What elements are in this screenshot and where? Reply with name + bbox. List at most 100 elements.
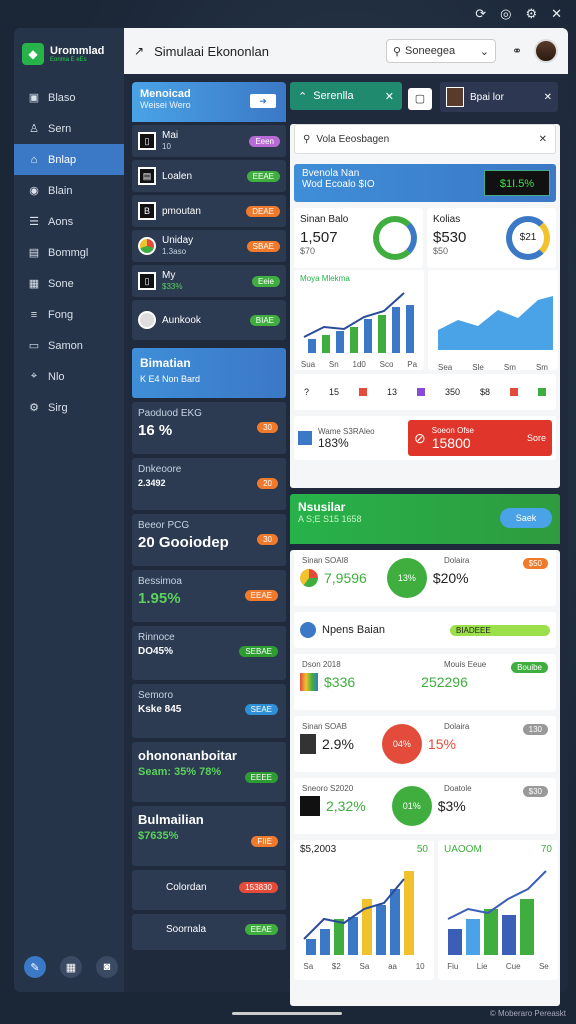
tick-label: Sm xyxy=(503,363,516,372)
search-input[interactable]: ⚲ Vola Eeosbagen ✕ xyxy=(294,124,556,154)
forward-button[interactable]: ➜ xyxy=(250,94,276,108)
message-icon[interactable]: ▢ xyxy=(408,88,432,110)
action-button[interactable]: ⊘ Soeon Ofse 15800 Sore xyxy=(408,420,552,456)
home-icon: ⌂ xyxy=(30,153,38,166)
stat-card[interactable]: Paoduod EKG 16 % 30 xyxy=(132,402,286,454)
bar-line-chart: $5,2003 50 Sa $2 Sa aa 10 xyxy=(294,840,434,980)
item-pill: Eeen xyxy=(249,135,280,147)
row-value: 2.9% xyxy=(322,736,354,752)
apps-icon[interactable]: ▦ xyxy=(60,956,82,978)
percent-bubble: 04% xyxy=(381,724,422,764)
item-title: My xyxy=(162,270,176,281)
sidebar-item-sone[interactable]: ▦ Sone xyxy=(14,268,124,299)
avatar[interactable] xyxy=(534,39,558,63)
stat-card[interactable]: Beeor PCG 20 Gooiodep 30 xyxy=(132,514,286,566)
sidebar-item-samon[interactable]: ▭ Samon xyxy=(14,330,124,361)
stat-card[interactable]: Soornala EEAE xyxy=(132,914,286,950)
sidebar-item-blain[interactable]: ◉ Blain xyxy=(14,175,124,206)
close-icon[interactable]: ✕ xyxy=(551,6,562,22)
tick-label: Sle xyxy=(472,363,484,372)
sidebar-item-bommgl[interactable]: ▤ Bommgl xyxy=(14,237,124,268)
sidebar-item-sirg[interactable]: ⚙ Sirg xyxy=(14,392,124,423)
sidebar-item-label: Sern xyxy=(48,122,72,135)
tick-label: 1d0 xyxy=(352,360,366,369)
profile-icon[interactable]: ◙ xyxy=(96,956,118,978)
list-item[interactable]: Bpmoutan DEAE xyxy=(132,195,286,227)
sidebar-item-label: Aons xyxy=(48,215,74,228)
chevron-down-icon: ⌄ xyxy=(479,45,489,58)
stat-card[interactable]: Semoro Kske 845 SEAE xyxy=(132,684,286,738)
sidebar-item-bnlap[interactable]: ⌂ Bnlap xyxy=(14,144,124,175)
overview-panel: ⚲ Vola Eeosbagen ✕ Bvenola Nan Wod Ecoalo … xyxy=(290,124,560,488)
metric-row[interactable]: Sneoro S2020 2,32% 01% Doatole $3% $30 xyxy=(294,778,556,834)
sidebar-item-fong[interactable]: ≡ Fong xyxy=(14,299,124,330)
refresh-icon[interactable]: ⟳ xyxy=(475,6,486,22)
user-chip[interactable]: Bpai lor ✕ xyxy=(440,82,558,112)
balance-banner[interactable]: Bvenola Nan Wod Ecoalo $IO $1I.5% xyxy=(294,164,556,202)
stat-card[interactable]: Kolias $530 $50 $21 xyxy=(427,208,556,268)
sidebar-item-nlo[interactable]: ⌖ Nlo xyxy=(14,361,124,392)
stat-card[interactable]: Sinan Balo 1,507 $70 xyxy=(294,208,423,268)
metric-row[interactable]: Sinan SOAI8 7,9596 13% Dolaira $20% $50 xyxy=(294,550,556,606)
row-label2: Dolaira xyxy=(444,722,470,731)
sidebar-item-sern[interactable]: ♙ Sern xyxy=(14,113,124,144)
network-icon[interactable]: ⚭ xyxy=(512,44,522,58)
edit-icon[interactable]: ✎ xyxy=(24,956,46,978)
main-panel: ↗ Simulaai Ekononlan ⚲ Soneegea ⌄ ⚭ Meno… xyxy=(124,28,568,1006)
stat-pill: EEAE xyxy=(244,924,278,935)
list-item[interactable]: ▯ Mai 10 Eeen xyxy=(132,125,286,157)
app-logo[interactable]: ◆ Urommlad Eonma E eEs xyxy=(14,28,124,80)
button-tag: Sore xyxy=(526,433,546,443)
stat-card[interactable]: Colordan 153830 xyxy=(132,870,286,910)
chart-plot xyxy=(438,296,553,350)
metric-row[interactable]: Dson 2018 $336 Mouis Eeue 252296 Bouibe xyxy=(294,654,556,710)
location-icon: ⌖ xyxy=(30,370,38,382)
item-pill: BIAE xyxy=(249,314,280,326)
tick-label: Sco xyxy=(379,360,394,369)
search-input[interactable]: ⚲ Soneegea ⌄ xyxy=(385,39,496,63)
gear-icon[interactable]: ⚙ xyxy=(525,6,537,22)
info-block[interactable]: Bimatian K E4 Non Bard xyxy=(132,348,286,398)
summary-value: 183% xyxy=(318,435,349,450)
row-value2: 15% xyxy=(427,736,456,752)
tab-serenlla[interactable]: ⌃ Serenlla ✕ xyxy=(290,82,402,110)
stat-label: Beeor PCG xyxy=(138,520,190,531)
page-title: Simulaai Ekononlan xyxy=(154,43,269,59)
stat-card[interactable]: Bulmailian $7635% FIIE xyxy=(132,806,286,866)
stat-card[interactable]: Dnkeoore 2.3492 20 xyxy=(132,458,286,510)
red-square-icon xyxy=(358,388,367,396)
stat-card[interactable]: Bessimoa 1.95% EEAE xyxy=(132,570,286,622)
list-item[interactable]: ▤ Loalen EEAE xyxy=(132,160,286,192)
chart-plot xyxy=(447,870,547,955)
close-icon[interactable]: ✕ xyxy=(539,134,547,145)
metric-row[interactable]: Npens Baian BIADEEE xyxy=(294,612,556,648)
list-item[interactable]: Aunkook BIAE xyxy=(132,300,286,340)
stat-card[interactable]: ohononanboitar Seam: 35% 78% EEEE xyxy=(132,742,286,802)
close-icon[interactable]: ✕ xyxy=(385,90,394,103)
home-indicator[interactable] xyxy=(232,1012,342,1015)
doc-icon: ▤ xyxy=(138,167,156,185)
tick-label: Sn xyxy=(328,360,339,369)
stat-card[interactable]: Rinnoce DO45% SEBAE xyxy=(132,626,286,680)
list-item[interactable]: Uniday 1.3aso SBAE xyxy=(132,230,286,262)
dashboard-icon: ▣ xyxy=(28,92,40,104)
stat-pill: SEBAE xyxy=(239,646,278,657)
item-title: Loalen xyxy=(162,170,193,182)
coin-icon[interactable]: ◎ xyxy=(500,6,511,22)
tick-label: Sua xyxy=(300,360,316,369)
folder-icon: ▭ xyxy=(28,340,40,352)
seek-button[interactable]: Saek xyxy=(500,508,552,528)
item-title: Uniday xyxy=(162,235,194,246)
chart-title: UAOOM xyxy=(444,844,482,855)
metric-row[interactable]: Sinan SOAB 2.9% 04% Dolaira 15% 130 xyxy=(294,716,556,772)
user-avatar xyxy=(446,87,464,107)
sidebar-item-blaso[interactable]: ▣ Blaso xyxy=(14,82,124,113)
close-icon[interactable]: ✕ xyxy=(544,92,552,103)
left-header: Menoicad Weisei Wero ➜ xyxy=(132,82,286,122)
sidebar-item-aons[interactable]: ☰ Aons xyxy=(14,206,124,237)
chart-ticks: Sea Sle Sm Sm xyxy=(428,363,558,372)
expand-icon[interactable]: ↗ xyxy=(134,44,144,58)
doc-icon: ▯ xyxy=(138,132,156,150)
list-item[interactable]: ▯ My $33% Eeie xyxy=(132,265,286,297)
tick-label: $2 xyxy=(331,962,341,971)
